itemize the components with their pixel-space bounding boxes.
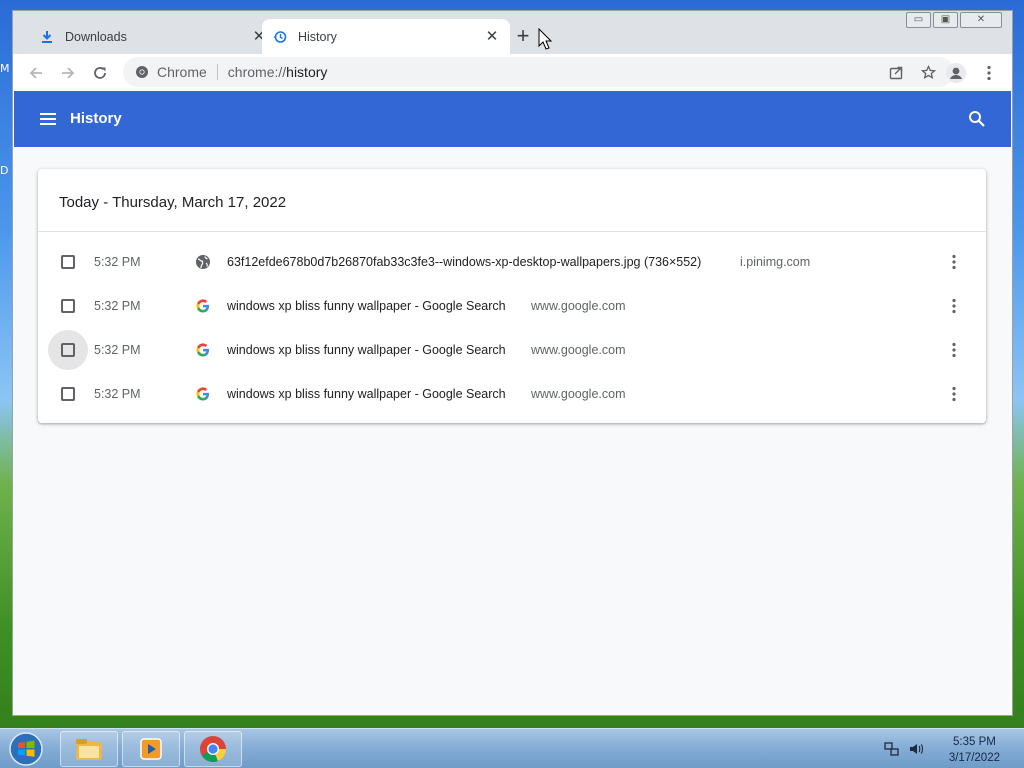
- day-heading: Today - Thursday, March 17, 2022: [59, 194, 287, 211]
- media-player-button[interactable]: [122, 731, 180, 767]
- more-vert-icon: [952, 298, 956, 314]
- history-entry[interactable]: 5:32 PM 63f12efde678b0d7b26870fab33c3fe3…: [38, 240, 986, 284]
- entry-checkbox[interactable]: [48, 374, 88, 414]
- url-scheme: chrome://: [227, 64, 287, 80]
- tab-label: History: [298, 29, 337, 44]
- entry-domain: www.google.com: [531, 387, 626, 401]
- back-button[interactable]: [24, 61, 48, 85]
- chrome-icon: [200, 736, 226, 762]
- entry-time: 5:32 PM: [94, 387, 141, 401]
- history-header: History: [14, 91, 1011, 147]
- google-icon: [196, 343, 209, 357]
- browser-toolbar: Chrome chrome:// history: [13, 54, 1012, 91]
- site-chip: Chrome: [157, 64, 207, 80]
- avatar-icon: [946, 63, 966, 83]
- entry-title-link[interactable]: windows xp bliss funny wallpaper - Googl…: [227, 387, 506, 401]
- close-window-button[interactable]: ✕: [960, 12, 1002, 28]
- chrome-menu-button[interactable]: [977, 61, 1001, 85]
- taskbar: 5:35 PM 3/17/2022: [0, 728, 1024, 768]
- checkbox-box: [61, 387, 75, 401]
- page-title: History: [70, 110, 122, 127]
- reload-icon: [94, 67, 106, 79]
- search-icon[interactable]: [967, 109, 987, 129]
- history-card: Today - Thursday, March 17, 2022 5:32 PM…: [38, 169, 986, 423]
- entry-domain: i.pinimg.com: [740, 255, 811, 269]
- hamburger-menu-icon[interactable]: [38, 109, 58, 129]
- entry-menu-button[interactable]: [944, 252, 964, 272]
- omnibox[interactable]: Chrome chrome:// history: [123, 57, 954, 87]
- entry-checkbox[interactable]: [48, 330, 88, 370]
- clock-date: 3/17/2022: [948, 752, 1000, 764]
- clock-time: 5:35 PM: [953, 736, 996, 748]
- close-tab-button[interactable]: ✕: [482, 27, 502, 47]
- card-divider: [38, 231, 986, 232]
- desktop-label-fragment: D: [0, 164, 9, 177]
- chrome-taskbar-button[interactable]: [184, 731, 242, 767]
- tab-label: Downloads: [65, 29, 127, 44]
- arrow-left-icon: [29, 67, 42, 79]
- more-vert-icon: [987, 65, 991, 81]
- google-icon: [196, 299, 209, 313]
- volume-icon[interactable]: [908, 741, 924, 757]
- google-icon: [196, 387, 209, 401]
- history-entry[interactable]: 5:32 PM windows xp bliss funny wallpaper…: [38, 372, 986, 416]
- share-icon[interactable]: [886, 62, 906, 82]
- file-explorer-button[interactable]: [60, 731, 118, 767]
- new-tab-button[interactable]: +: [511, 25, 535, 49]
- start-button-icon[interactable]: [6, 730, 46, 768]
- history-entry[interactable]: 5:32 PM windows xp bliss funny wallpaper…: [38, 328, 986, 372]
- file-explorer-icon: [76, 739, 102, 760]
- entry-title-link[interactable]: windows xp bliss funny wallpaper - Googl…: [227, 299, 506, 313]
- checkbox-box: [61, 343, 75, 357]
- entry-checkbox[interactable]: [48, 242, 88, 282]
- tab-history[interactable]: History ✕: [262, 19, 510, 54]
- tab-strip: Downloads ✕ History ✕ + ▭ ▣ ✕: [13, 11, 1012, 54]
- entry-menu-button[interactable]: [944, 296, 964, 316]
- mouse-cursor-icon: [538, 28, 552, 50]
- minimize-button[interactable]: ▭: [906, 12, 931, 28]
- entry-time: 5:32 PM: [94, 299, 141, 313]
- entry-time: 5:32 PM: [94, 343, 141, 357]
- checkbox-box: [61, 255, 75, 269]
- entry-time: 5:32 PM: [94, 255, 141, 269]
- desktop-label-fragment: M: [0, 62, 10, 75]
- arrow-right-icon: [62, 67, 75, 79]
- globe-icon: [196, 255, 210, 269]
- entry-domain: www.google.com: [531, 299, 626, 313]
- more-vert-icon: [952, 342, 956, 358]
- chrome-window: Downloads ✕ History ✕ + ▭ ▣ ✕ Chrome chr…: [12, 10, 1013, 716]
- more-vert-icon: [952, 386, 956, 402]
- checkbox-box: [61, 299, 75, 313]
- entry-title-link[interactable]: windows xp bliss funny wallpaper - Googl…: [227, 343, 506, 357]
- media-player-icon: [140, 738, 162, 760]
- entry-domain: www.google.com: [531, 343, 626, 357]
- profile-button[interactable]: [944, 61, 968, 85]
- omnibox-separator: [216, 64, 218, 80]
- tab-downloads[interactable]: Downloads ✕: [29, 19, 277, 54]
- history-icon: [272, 29, 288, 45]
- entry-title-link[interactable]: 63f12efde678b0d7b26870fab33c3fe3--window…: [227, 255, 701, 269]
- chrome-logo-icon: [135, 65, 149, 79]
- url-path: history: [286, 64, 328, 80]
- more-vert-icon: [952, 254, 956, 270]
- reload-button[interactable]: [88, 61, 112, 85]
- history-entry[interactable]: 5:32 PM windows xp bliss funny wallpaper…: [38, 284, 986, 328]
- star-icon[interactable]: [918, 62, 938, 82]
- forward-button[interactable]: [56, 61, 80, 85]
- maximize-button[interactable]: ▣: [933, 12, 958, 28]
- system-clock[interactable]: 5:35 PM 3/17/2022: [949, 734, 1000, 766]
- entry-checkbox[interactable]: [48, 286, 88, 326]
- entry-menu-button[interactable]: [944, 384, 964, 404]
- entry-menu-button[interactable]: [944, 340, 964, 360]
- system-tray: 5:35 PM 3/17/2022: [884, 729, 1024, 768]
- download-icon: [39, 29, 55, 45]
- window-controls: ▭ ▣ ✕: [904, 12, 1002, 28]
- network-icon[interactable]: [884, 741, 900, 757]
